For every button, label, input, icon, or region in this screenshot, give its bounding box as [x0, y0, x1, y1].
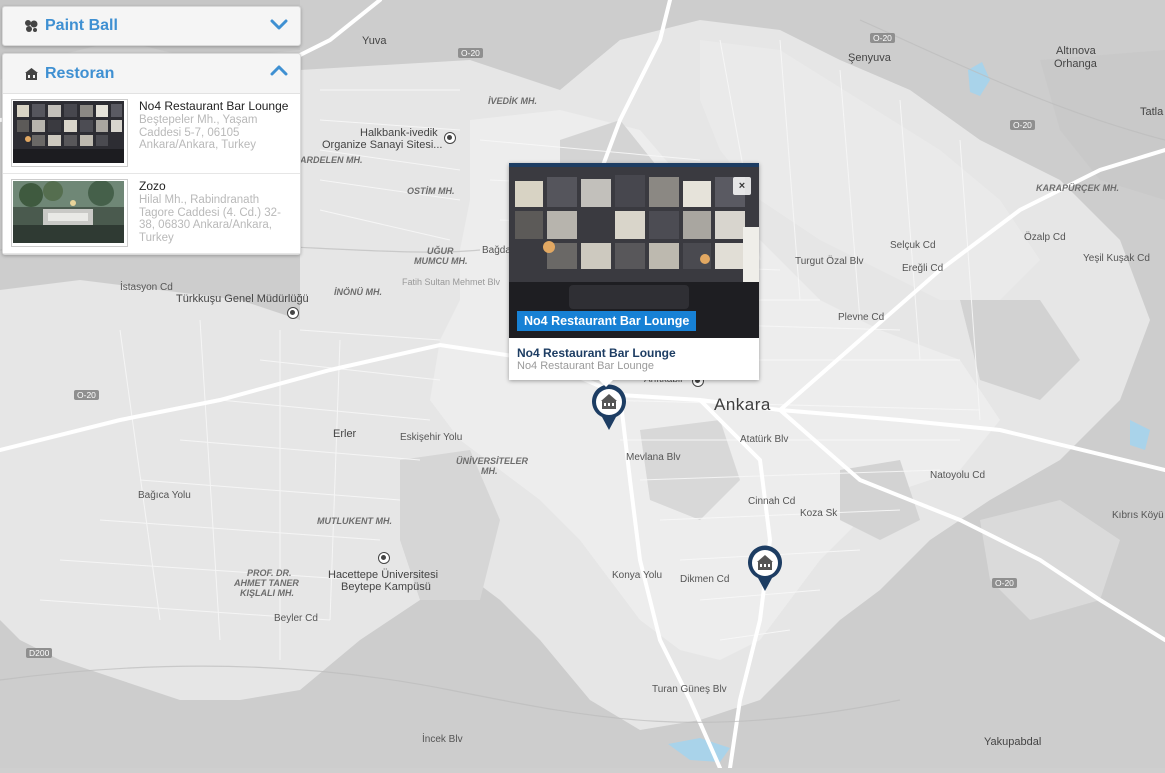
- landmark-halkbank-icon: [444, 132, 456, 144]
- label-plevne: Plevne Cd: [838, 312, 885, 323]
- label-turgut: Turgut Özal Blv: [795, 256, 864, 267]
- label-senyuva: Şenyuva: [848, 52, 891, 64]
- popup-pointer: [599, 380, 613, 387]
- category-panel-paintball: Paint Ball: [2, 6, 301, 46]
- label-prof-1: PROF. DR.: [247, 568, 292, 578]
- label-ivedik: İVEDİK MH.: [488, 96, 538, 106]
- label-ataturk: Atatürk Blv: [740, 434, 789, 445]
- label-ankara: Ankara: [714, 395, 771, 414]
- restaurant-icon: [23, 66, 39, 82]
- label-cinnah: Cinnah Cd: [748, 496, 796, 507]
- label-prof-2: AHMET TANER: [234, 578, 299, 588]
- label-ozalp: Özalp Cd: [1024, 232, 1066, 243]
- landmark-hacettepe-icon: [378, 552, 390, 564]
- label-universiteler-1: ÜNİVERSİTELER: [456, 456, 529, 466]
- label-turan: Turan Güneş Blv: [652, 684, 727, 695]
- list-item-zozo[interactable]: Zozo Hilal Mh., Rabindranath Tagore Cadd…: [3, 174, 300, 254]
- popup-image: × No4 Restaurant Bar Lounge: [509, 167, 759, 338]
- category-label-paintball: Paint Ball: [45, 17, 118, 34]
- label-beyler: Beyler Cd: [274, 613, 318, 624]
- highway-shield-o20-1: O-20: [458, 48, 483, 58]
- popup-caption: No4 Restaurant Bar Lounge: [517, 311, 697, 331]
- popup-subtitle: No4 Restaurant Bar Lounge: [517, 360, 654, 372]
- label-halkbank-2: Organize Sanayi Sitesi...: [322, 139, 443, 151]
- label-erler: Erler: [333, 428, 357, 440]
- label-prof-3: KIŞLALI MH.: [240, 588, 294, 598]
- landmark-turkkusu-icon: [287, 307, 299, 319]
- highway-shield-o20-5: O-20: [992, 578, 1017, 588]
- category-panel-restoran: Restoran No4 Restaurant Bar Lounge Beşte…: [2, 53, 301, 255]
- chevron-down-icon[interactable]: [270, 17, 288, 36]
- map-marker-no4[interactable]: [589, 381, 629, 431]
- popup-close-button[interactable]: ×: [733, 177, 751, 195]
- label-turkkusu: Türkkuşu Genel Müdürlüğü: [176, 293, 309, 305]
- restaurant-address: Hilal Mh., Rabindranath Tagore Caddesi (…: [139, 194, 281, 244]
- map-marker-zozo[interactable]: [745, 542, 785, 592]
- highway-shield-o20-2: O-20: [870, 33, 895, 43]
- restaurant-name: Zozo: [139, 179, 166, 193]
- category-header-restoran[interactable]: Restoran: [3, 54, 300, 93]
- label-inonu: İNÖNÜ MH.: [334, 287, 382, 297]
- popup-title[interactable]: No4 Restaurant Bar Lounge: [517, 346, 751, 360]
- label-selcuk: Selçuk Cd: [890, 240, 936, 251]
- label-karapurcek: KARAPÜRÇEK MH.: [1036, 183, 1119, 193]
- label-yesil: Yeşil Kuşak Cd: [1083, 253, 1150, 264]
- label-mutlukent: MUTLUKENT MH.: [317, 516, 392, 526]
- label-kibris: Kıbrıs Köyü Cd: [1112, 510, 1165, 521]
- highway-shield-o20-4: O-20: [74, 390, 99, 400]
- label-hacettepe-2: Beytepe Kampüsü: [341, 581, 431, 593]
- label-halkbank-1: Halkbank-ivedik: [360, 127, 438, 139]
- label-ugur-2: MUMCU MH.: [414, 256, 468, 266]
- restaurant-name: No4 Restaurant Bar Lounge: [139, 99, 289, 113]
- chevron-up-icon[interactable]: [270, 64, 288, 83]
- label-ardelen: ARDELEN MH.: [300, 155, 363, 165]
- info-popup: × No4 Restaurant Bar Lounge No4 Restaura…: [509, 163, 759, 387]
- label-tatla: Tatla: [1140, 106, 1164, 118]
- restaurant-thumbnail: [11, 179, 128, 247]
- category-header-paintball[interactable]: Paint Ball: [3, 7, 300, 45]
- category-label-restoran: Restoran: [45, 64, 115, 82]
- label-koza: Koza Sk: [800, 508, 838, 519]
- label-yuva: Yuva: [362, 35, 387, 47]
- label-ostim: OSTİM MH.: [407, 186, 455, 196]
- restaurant-list: No4 Restaurant Bar Lounge Beştepeler Mh.…: [3, 93, 300, 254]
- label-konya: Konya Yolu: [612, 570, 663, 581]
- label-orhanga: Orhanga: [1054, 58, 1097, 70]
- label-incek: İncek Blv: [422, 734, 463, 745]
- label-altinova: Altınova: [1056, 45, 1096, 57]
- label-natoyolu: Natoyolu Cd: [930, 470, 986, 481]
- label-universiteler-2: MH.: [481, 466, 498, 476]
- highway-shield-d200: D200: [26, 648, 53, 658]
- label-hacettepe-1: Hacettepe Üniversitesi: [328, 569, 439, 581]
- label-yakupabdal: Yakupabdal: [984, 736, 1042, 748]
- label-bagica: Bağıca Yolu: [138, 490, 191, 501]
- label-ugur-1: UĞUR: [427, 246, 454, 256]
- label-dikmen: Dikmen Cd: [680, 574, 730, 585]
- label-eregli: Ereğli Cd: [902, 263, 944, 274]
- list-item-no4[interactable]: No4 Restaurant Bar Lounge Beştepeler Mh.…: [3, 94, 300, 174]
- paintball-icon: [23, 18, 39, 34]
- label-istasyon: İstasyon Cd: [120, 282, 173, 293]
- restaurant-address: Beştepeler Mh., Yaşam Caddesi 5-7, 06105…: [139, 114, 258, 151]
- highway-shield-o20-3: O-20: [1010, 120, 1035, 130]
- label-fatih: Fatih Sultan Mehmet Blv: [402, 277, 501, 287]
- label-mevlana: Mevlana Blv: [626, 452, 681, 463]
- restaurant-thumbnail: [11, 99, 128, 167]
- label-eskisehir: Eskişehir Yolu: [400, 432, 463, 443]
